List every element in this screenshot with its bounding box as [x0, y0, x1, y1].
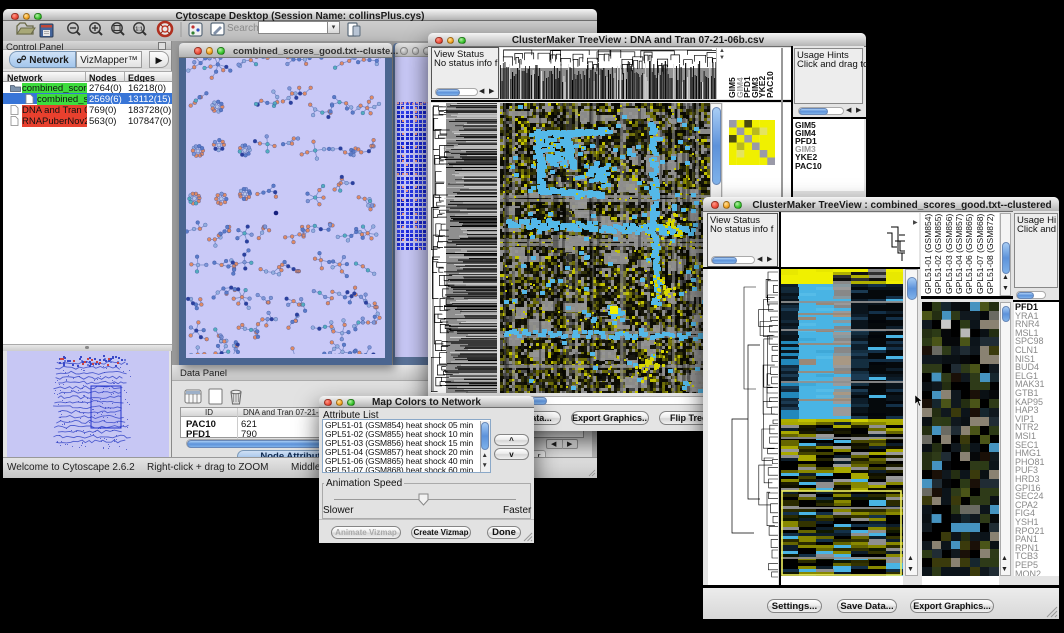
svg-text:1:1: 1:1 — [135, 27, 142, 33]
